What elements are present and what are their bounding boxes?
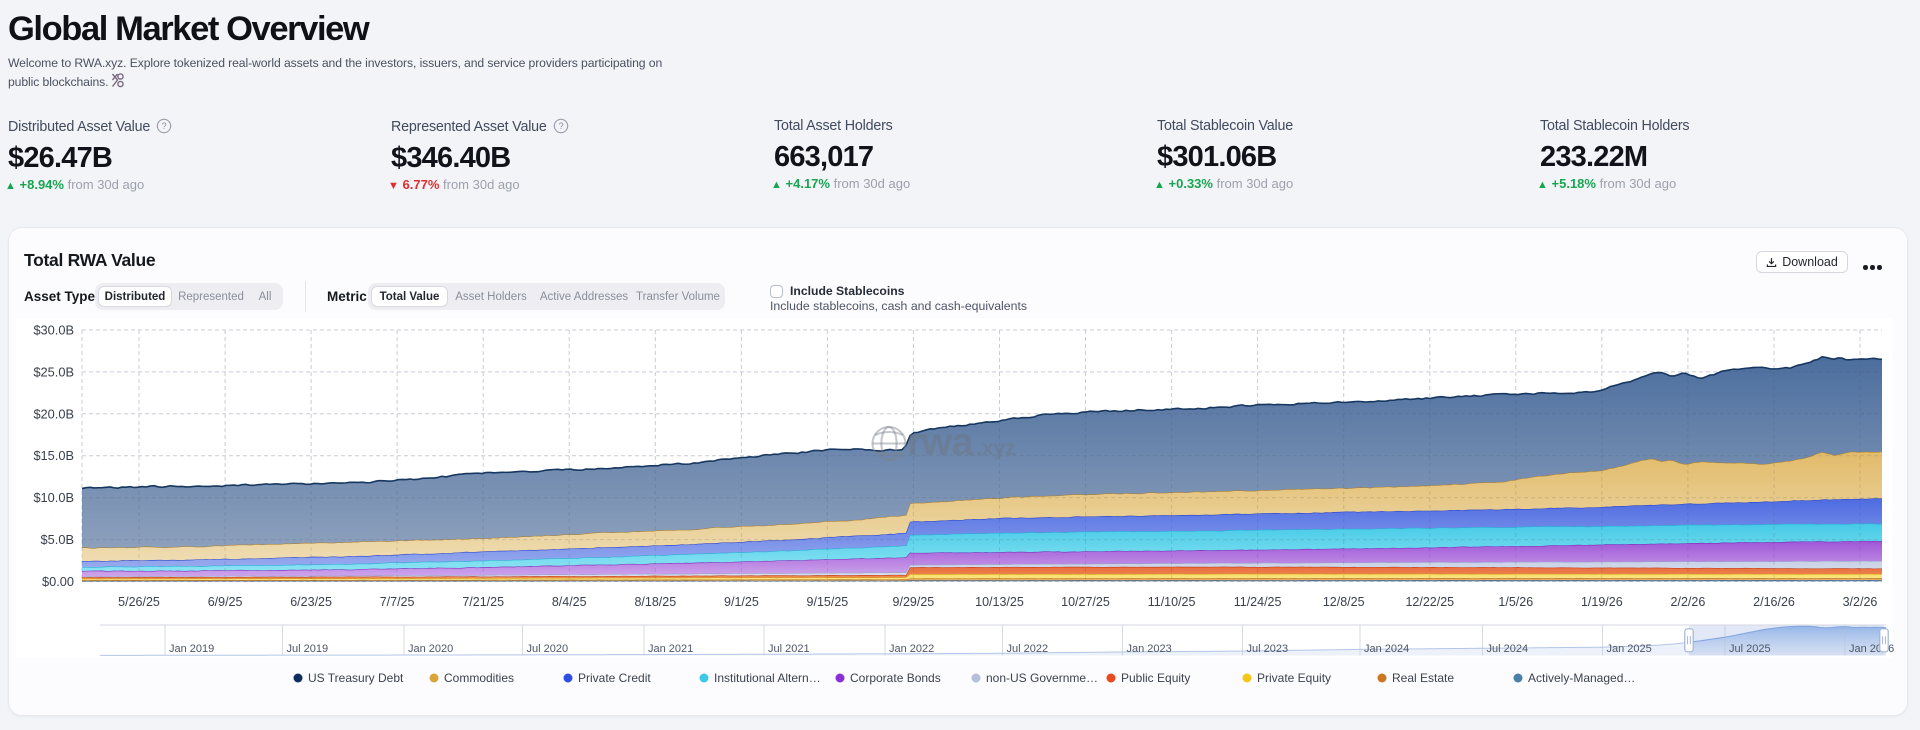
svg-text:Jul 2020: Jul 2020 [527, 643, 569, 655]
svg-text:$15.0B: $15.0B [33, 448, 74, 463]
svg-text:3/2/26: 3/2/26 [1843, 595, 1878, 609]
svg-text:6/9/25: 6/9/25 [208, 595, 243, 609]
svg-text:Jan 2022: Jan 2022 [889, 643, 934, 655]
svg-text:Jan 2025: Jan 2025 [1607, 643, 1652, 655]
svg-text:5/26/25: 5/26/25 [118, 595, 160, 609]
svg-text:1/5/26: 1/5/26 [1498, 595, 1533, 609]
svg-text:10/27/25: 10/27/25 [1061, 595, 1110, 609]
svg-text:2/2/26: 2/2/26 [1671, 595, 1706, 609]
svg-text:11/10/25: 11/10/25 [1148, 595, 1196, 609]
svg-text:12/22/25: 12/22/25 [1405, 595, 1454, 609]
svg-text:non-US Governme…: non-US Governme… [986, 671, 1098, 685]
svg-text:$20.0B: $20.0B [33, 406, 74, 421]
svg-text:?: ? [558, 121, 563, 131]
svg-text:US Treasury Debt: US Treasury Debt [308, 671, 404, 685]
svg-text:11/24/25: 11/24/25 [1234, 595, 1282, 609]
svg-text:10/13/25: 10/13/25 [975, 595, 1024, 609]
svg-text:8/4/25: 8/4/25 [552, 595, 587, 609]
svg-text:Jan 2021: Jan 2021 [648, 643, 693, 655]
svg-text:6/23/25: 6/23/25 [290, 595, 332, 609]
svg-text:7/21/25: 7/21/25 [462, 595, 504, 609]
svg-text:rwa: rwa [907, 421, 974, 464]
svg-text:?: ? [162, 121, 167, 131]
svg-text:Institutional Altern…: Institutional Altern… [714, 671, 821, 685]
svg-text:Jul 2019: Jul 2019 [287, 643, 329, 655]
svg-text:Jul 2025: Jul 2025 [1729, 643, 1771, 655]
svg-text:Jan 2024: Jan 2024 [1364, 643, 1409, 655]
svg-text:Jan 2023: Jan 2023 [1127, 643, 1172, 655]
svg-text:Jul 2024: Jul 2024 [1487, 643, 1529, 655]
svg-text:$0.00: $0.00 [42, 574, 74, 589]
svg-text:$25.0B: $25.0B [33, 364, 74, 379]
svg-text:$5.0B: $5.0B [41, 532, 74, 547]
svg-text:$30.0B: $30.0B [33, 323, 74, 338]
svg-text:Private Equity: Private Equity [1257, 671, 1331, 685]
svg-text:2/16/26: 2/16/26 [1753, 595, 1795, 609]
svg-text:Commodities: Commodities [444, 671, 514, 685]
svg-text:Jul 2021: Jul 2021 [768, 643, 810, 655]
svg-text:7/7/25: 7/7/25 [380, 595, 415, 609]
svg-text:.xyz: .xyz [976, 437, 1016, 460]
svg-text:12/8/25: 12/8/25 [1323, 595, 1365, 609]
svg-text:Jan 2019: Jan 2019 [169, 643, 214, 655]
svg-text:Jan 2020: Jan 2020 [408, 643, 453, 655]
svg-text:Corporate Bonds: Corporate Bonds [850, 671, 941, 685]
svg-text:1/19/26: 1/19/26 [1581, 595, 1623, 609]
svg-text:Actively-Managed…: Actively-Managed… [1528, 671, 1635, 685]
svg-text:$10.0B: $10.0B [33, 490, 74, 505]
svg-text:9/15/25: 9/15/25 [807, 595, 849, 609]
svg-text:Jul 2023: Jul 2023 [1247, 643, 1289, 655]
svg-text:9/29/25: 9/29/25 [893, 595, 935, 609]
svg-text:Private Credit: Private Credit [578, 671, 651, 685]
svg-text:9/1/25: 9/1/25 [724, 595, 759, 609]
svg-text:8/18/25: 8/18/25 [634, 595, 676, 609]
svg-text:Real Estate: Real Estate [1392, 671, 1454, 685]
svg-text:Public Equity: Public Equity [1121, 671, 1190, 685]
svg-text:Jul 2022: Jul 2022 [1007, 643, 1049, 655]
